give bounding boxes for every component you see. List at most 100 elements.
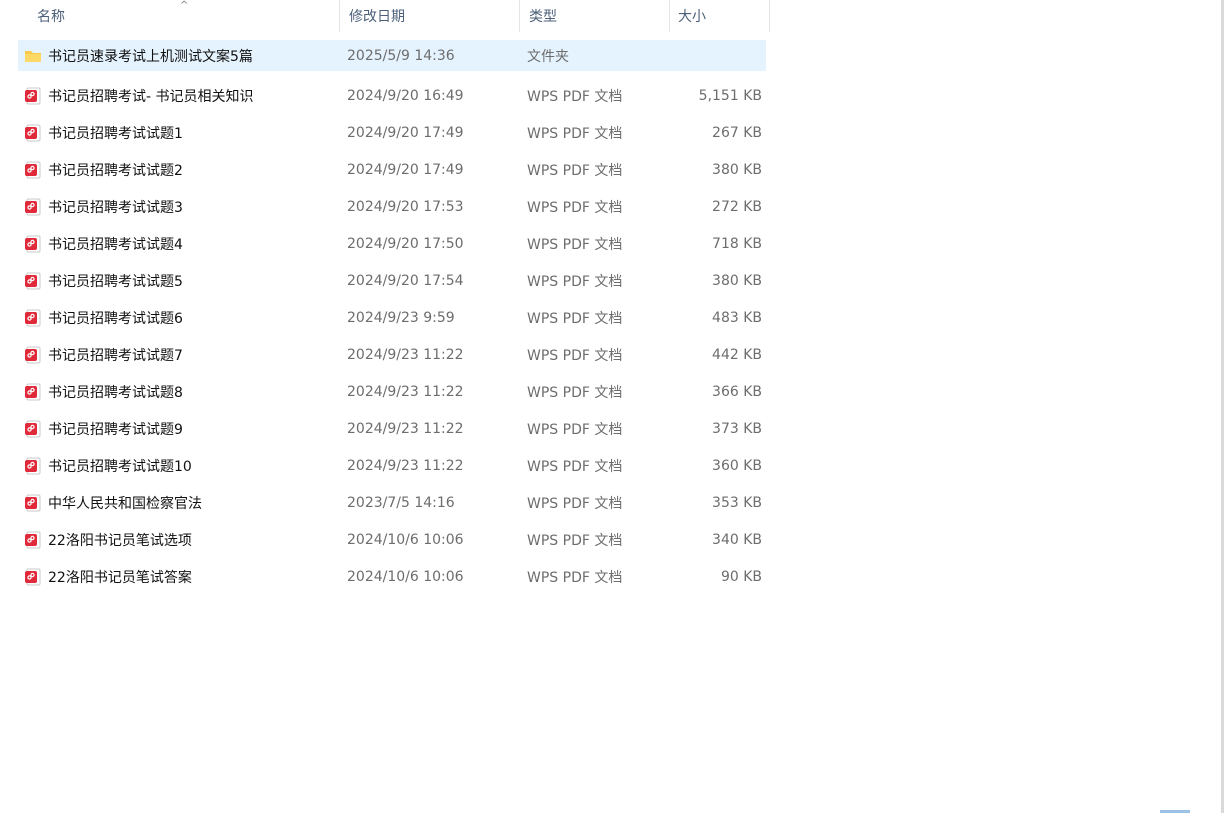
file-name-cell: 书记员速录考试上机测试文案5篇 <box>18 46 340 66</box>
sort-ascending-icon: ^ <box>180 0 189 11</box>
file-type-cell: WPS PDF 文档 <box>527 458 623 475</box>
file-type-cell: 文件夹 <box>527 48 569 65</box>
column-header-row: 名称 ^ 修改日期 类型 大小 <box>18 0 770 32</box>
file-row[interactable]: 22洛阳书记员笔试答案 2024/10/6 10:06 WPS PDF 文档 90 K… <box>18 558 766 595</box>
file-size-cell: 718 KB <box>712 235 762 252</box>
file-size-cell: 380 KB <box>712 272 762 289</box>
file-name-cell: 书记员招聘考试试题7 <box>18 345 340 365</box>
file-row[interactable]: 书记员招聘考试试题4 2024/9/20 17:50 WPS PDF 文档 718 K… <box>18 225 766 262</box>
file-size-cell: 353 KB <box>712 494 762 511</box>
file-name-label: 中华人民共和国检察官法 <box>48 495 202 512</box>
file-type-cell: WPS PDF 文档 <box>527 569 623 586</box>
file-row[interactable]: 书记员招聘考试试题2 2024/9/20 17:49 WPS PDF 文档 380 K… <box>18 151 766 188</box>
file-name-cell: 中华人民共和国检察官法 <box>18 493 340 513</box>
file-name-label: 书记员招聘考试试题5 <box>48 273 183 290</box>
file-name-cell: 书记员招聘考试试题9 <box>18 419 340 439</box>
file-name-label: 书记员招聘考试试题9 <box>48 421 183 438</box>
file-row[interactable]: 书记员招聘考试试题10 2024/9/23 11:22 WPS PDF 文档 360 … <box>18 447 766 484</box>
file-name-cell: 书记员招聘考试试题3 <box>18 197 340 217</box>
column-header-type-label: 类型 <box>529 9 557 25</box>
file-type-cell: WPS PDF 文档 <box>527 384 623 401</box>
column-header-name-label: 名称 <box>37 9 65 25</box>
file-list: 书记员速录考试上机测试文案5篇 2025/5/9 14:36 文件夹书记员招聘考试-… <box>18 40 766 595</box>
file-date-cell: 2024/9/20 17:50 <box>347 235 464 252</box>
file-size-cell: 90 KB <box>720 568 762 585</box>
file-type-cell: WPS PDF 文档 <box>527 347 623 364</box>
file-size-cell: 360 KB <box>712 457 762 474</box>
column-header-name[interactable]: 名称 ^ <box>18 0 340 32</box>
pdf-icon <box>24 346 42 364</box>
file-row[interactable]: 22洛阳书记员笔试选项 2024/10/6 10:06 WPS PDF 文档 340 … <box>18 521 766 558</box>
file-date-cell: 2024/10/6 10:06 <box>347 531 464 548</box>
file-name-label: 书记员招聘考试试题3 <box>48 199 183 216</box>
file-date-cell: 2024/9/23 11:22 <box>347 383 464 400</box>
file-type-cell: WPS PDF 文档 <box>527 162 623 179</box>
pdf-icon <box>24 198 42 216</box>
file-date-cell: 2024/9/20 16:49 <box>347 87 464 104</box>
file-name-cell: 书记员招聘考试试题6 <box>18 308 340 328</box>
pdf-icon <box>24 124 42 142</box>
file-type-cell: WPS PDF 文档 <box>527 495 623 512</box>
file-name-cell: 书记员招聘考试试题5 <box>18 271 340 291</box>
file-name-label: 书记员招聘考试试题2 <box>48 162 183 179</box>
file-date-cell: 2024/9/20 17:49 <box>347 161 464 178</box>
file-name-label: 书记员招聘考试试题7 <box>48 347 183 364</box>
pdf-icon <box>24 457 42 475</box>
column-header-type[interactable]: 类型 <box>520 0 670 32</box>
file-row[interactable]: 书记员招聘考试- 书记员相关知识 2024/9/20 16:49 WPS PDF 文… <box>18 77 766 114</box>
file-row[interactable]: 书记员招聘考试试题9 2024/9/23 11:22 WPS PDF 文档 373 K… <box>18 410 766 447</box>
file-type-cell: WPS PDF 文档 <box>527 199 623 216</box>
file-name-label: 书记员速录考试上机测试文案5篇 <box>48 48 253 65</box>
folder-icon <box>24 47 42 65</box>
file-date-cell: 2023/7/5 14:16 <box>347 494 455 511</box>
pdf-icon <box>24 531 42 549</box>
file-name-cell: 书记员招聘考试试题4 <box>18 234 340 254</box>
file-type-cell: WPS PDF 文档 <box>527 421 623 438</box>
file-date-cell: 2025/5/9 14:36 <box>347 47 455 64</box>
file-type-cell: WPS PDF 文档 <box>527 273 623 290</box>
file-size-cell: 373 KB <box>712 420 762 437</box>
file-name-label: 书记员招聘考试试题6 <box>48 310 183 327</box>
file-name-cell: 22洛阳书记员笔试选项 <box>18 530 340 550</box>
file-name-label: 22洛阳书记员笔试答案 <box>48 569 192 586</box>
file-row[interactable]: 书记员招聘考试试题8 2024/9/23 11:22 WPS PDF 文档 366 K… <box>18 373 766 410</box>
file-size-cell: 483 KB <box>712 309 762 326</box>
file-type-cell: WPS PDF 文档 <box>527 310 623 327</box>
pdf-icon <box>24 420 42 438</box>
file-name-label: 书记员招聘考试试题4 <box>48 236 183 253</box>
file-name-label: 书记员招聘考试- 书记员相关知识 <box>48 88 254 105</box>
file-row[interactable]: 中华人民共和国检察官法 2023/7/5 14:16 WPS PDF 文档 353 K… <box>18 484 766 521</box>
file-date-cell: 2024/10/6 10:06 <box>347 568 464 585</box>
pdf-icon <box>24 235 42 253</box>
file-name-label: 书记员招聘考试试题8 <box>48 384 183 401</box>
column-header-size-label: 大小 <box>678 9 706 25</box>
file-row[interactable]: 书记员招聘考试试题3 2024/9/20 17:53 WPS PDF 文档 272 K… <box>18 188 766 225</box>
file-row[interactable]: 书记员招聘考试试题6 2024/9/23 9:59 WPS PDF 文档 483 KB <box>18 299 766 336</box>
file-date-cell: 2024/9/20 17:53 <box>347 198 464 215</box>
pdf-icon <box>24 161 42 179</box>
file-type-cell: WPS PDF 文档 <box>527 125 623 142</box>
column-header-date[interactable]: 修改日期 <box>340 0 520 32</box>
file-type-cell: WPS PDF 文档 <box>527 236 623 253</box>
pdf-icon <box>24 568 42 586</box>
file-row[interactable]: 书记员招聘考试试题5 2024/9/20 17:54 WPS PDF 文档 380 K… <box>18 262 766 299</box>
pdf-icon <box>24 272 42 290</box>
file-size-cell: 442 KB <box>712 346 762 363</box>
file-date-cell: 2024/9/20 17:54 <box>347 272 464 289</box>
file-date-cell: 2024/9/23 9:59 <box>347 309 455 326</box>
file-row[interactable]: 书记员招聘考试试题1 2024/9/20 17:49 WPS PDF 文档 267 K… <box>18 114 766 151</box>
file-name-label: 书记员招聘考试试题10 <box>48 458 192 475</box>
file-name-cell: 书记员招聘考试试题8 <box>18 382 340 402</box>
file-date-cell: 2024/9/23 11:22 <box>347 457 464 474</box>
column-header-size[interactable]: 大小 <box>670 0 770 32</box>
file-name-cell: 书记员招聘考试试题2 <box>18 160 340 180</box>
file-size-cell: 380 KB <box>712 161 762 178</box>
file-row[interactable]: 书记员速录考试上机测试文案5篇 2025/5/9 14:36 文件夹 <box>18 40 766 71</box>
file-row[interactable]: 书记员招聘考试试题7 2024/9/23 11:22 WPS PDF 文档 442 K… <box>18 336 766 373</box>
column-header-date-label: 修改日期 <box>349 9 405 25</box>
pdf-icon <box>24 87 42 105</box>
file-size-cell: 267 KB <box>712 124 762 141</box>
file-name-cell: 书记员招聘考试- 书记员相关知识 <box>18 86 340 106</box>
file-name-label: 22洛阳书记员笔试选项 <box>48 532 192 549</box>
pdf-icon <box>24 383 42 401</box>
